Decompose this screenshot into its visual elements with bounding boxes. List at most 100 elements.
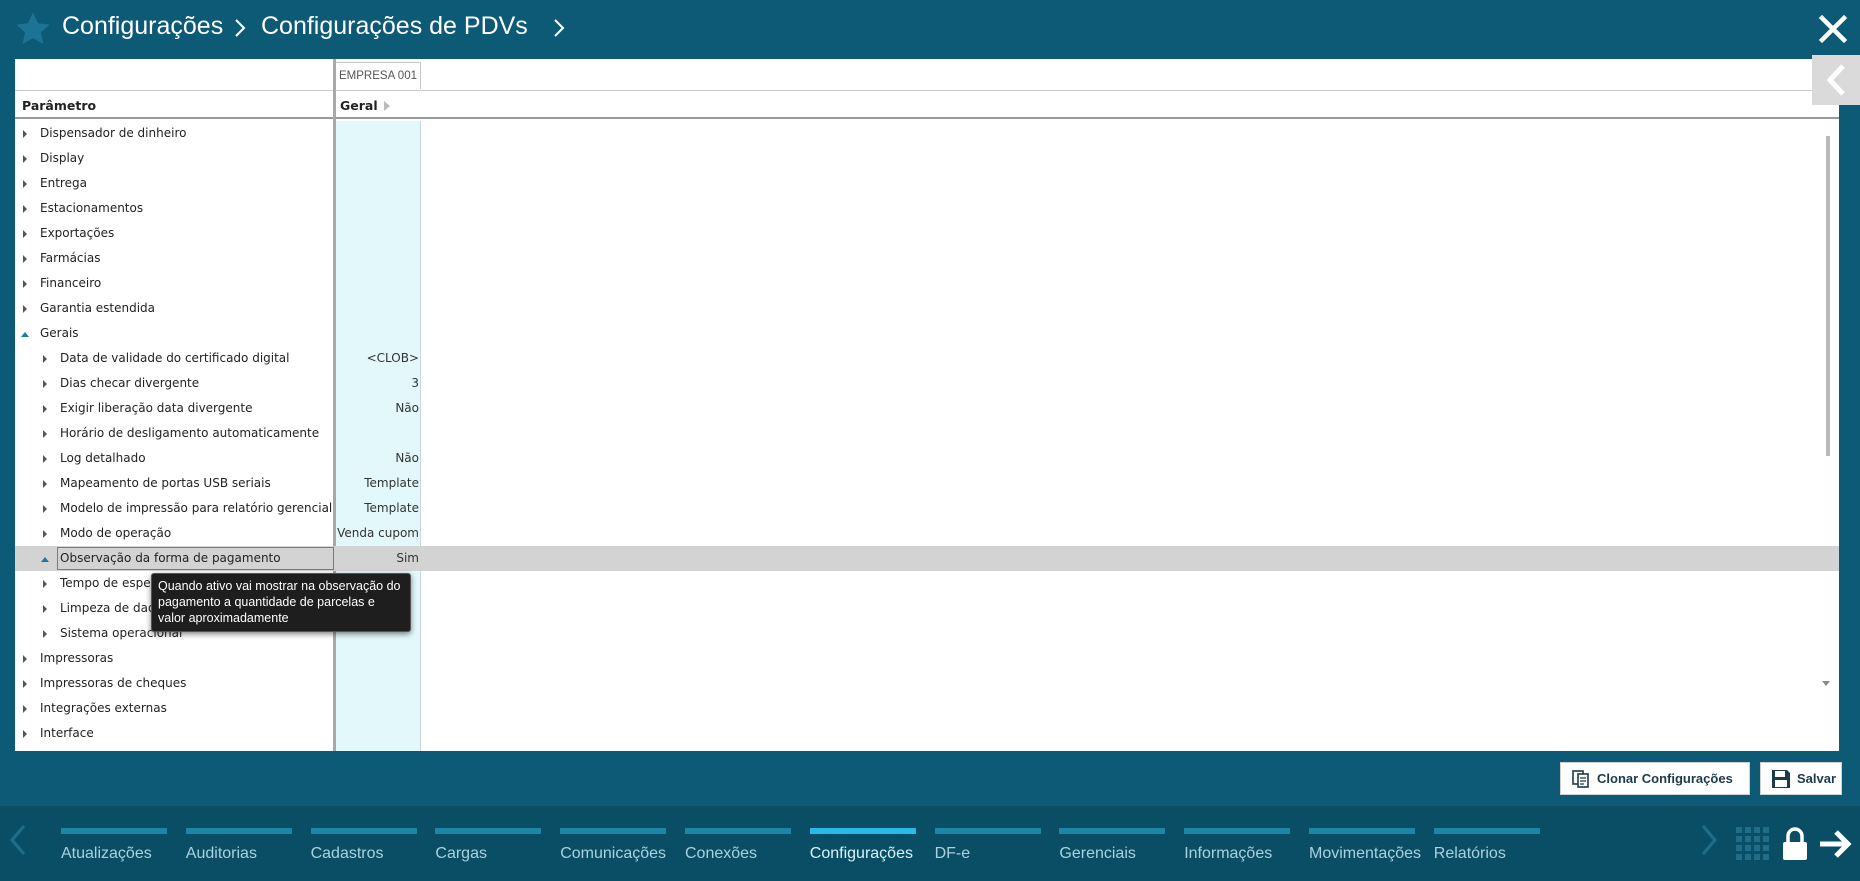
row-value[interactable]: <CLOB>: [333, 351, 419, 365]
collapsed-triangle-icon[interactable]: [23, 155, 27, 163]
nav-item[interactable]: Informações: [1184, 828, 1291, 868]
nav-item-label: Atualizações: [61, 845, 152, 862]
chevron-right-icon[interactable]: [1697, 822, 1721, 858]
collapsed-triangle-icon[interactable]: [23, 305, 27, 313]
row-label: Entrega: [40, 176, 87, 190]
table-row[interactable]: Exigir liberação data divergente Não: [15, 396, 1839, 421]
collapsed-triangle-icon[interactable]: [43, 505, 47, 513]
collapsed-triangle-icon[interactable]: [23, 180, 27, 188]
nav-item-label: Movimentações: [1309, 845, 1422, 862]
row-value[interactable]: Template: [333, 476, 419, 490]
table-row[interactable]: Financeiro: [15, 271, 1839, 296]
chevron-left-icon[interactable]: [6, 822, 30, 858]
row-value[interactable]: Venda cupom: [333, 526, 419, 540]
nav-item[interactable]: Conexões: [685, 828, 791, 868]
param-column-header[interactable]: Parâmetro: [22, 98, 96, 113]
row-value[interactable]: Sim: [333, 551, 419, 565]
chevron-right-icon[interactable]: [552, 16, 566, 40]
table-row[interactable]: Mapeamento de portas USB seriais Template: [15, 471, 1839, 496]
nav-item-label: Comunicações: [560, 845, 667, 862]
expand-column-icon[interactable]: [384, 101, 390, 111]
save-button[interactable]: Salvar: [1760, 762, 1842, 795]
table-row[interactable]: Dias checar divergente 3: [15, 371, 1839, 396]
collapsed-triangle-icon[interactable]: [23, 255, 27, 263]
table-row[interactable]: Garantia estendida: [15, 296, 1839, 321]
collapse-panel-button[interactable]: [1812, 55, 1860, 105]
table-row[interactable]: Dispensador de dinheiro: [15, 121, 1839, 146]
nav-item[interactable]: Relatórios: [1433, 828, 1540, 868]
collapsed-triangle-icon[interactable]: [43, 380, 47, 388]
table-row[interactable]: Impressoras de cheques: [15, 671, 1839, 696]
collapsed-triangle-icon[interactable]: [23, 730, 27, 738]
vertical-scrollbar[interactable]: [1826, 136, 1830, 456]
close-icon[interactable]: [1818, 14, 1848, 44]
row-value[interactable]: Template: [333, 501, 419, 515]
clone-configurations-button[interactable]: Clonar Configurações: [1560, 762, 1750, 795]
nav-item-label: Informações: [1184, 845, 1273, 862]
nav-item-bar: [685, 828, 791, 834]
collapsed-triangle-icon[interactable]: [43, 355, 47, 363]
collapsed-triangle-icon[interactable]: [43, 455, 47, 463]
row-label: Log detalhado: [60, 451, 146, 465]
expanded-triangle-icon[interactable]: [41, 557, 49, 562]
scroll-down-arrow-icon[interactable]: [1822, 681, 1830, 686]
table-row[interactable]: Exportações: [15, 221, 1839, 246]
row-label: Exportações: [40, 226, 115, 240]
breadcrumb-configuracoes[interactable]: Configurações: [62, 12, 223, 41]
nav-item[interactable]: Gerenciais: [1059, 828, 1166, 868]
collapsed-triangle-icon[interactable]: [43, 530, 47, 538]
collapsed-triangle-icon[interactable]: [43, 605, 47, 613]
table-row[interactable]: Gerais: [15, 321, 1839, 346]
geral-column-header[interactable]: Geral: [340, 98, 378, 113]
nav-item[interactable]: Cadastros: [310, 828, 417, 868]
collapsed-triangle-icon[interactable]: [23, 130, 27, 138]
company-header-row: EMPRESA 001: [15, 59, 1839, 90]
table-row[interactable]: Estacionamentos: [15, 196, 1839, 221]
table-row[interactable]: Data de validade do certificado digital <…: [15, 346, 1839, 371]
grid-icon[interactable]: [1735, 826, 1771, 862]
table-row[interactable]: Log detalhado Não: [15, 446, 1839, 471]
table-row[interactable]: Modelo de impressão para relatório geren…: [15, 496, 1839, 521]
table-row[interactable]: Observação da forma de pagamento Sim: [15, 546, 1839, 571]
nav-item[interactable]: Cargas: [435, 828, 542, 868]
table-row[interactable]: Entrega: [15, 171, 1839, 196]
collapsed-triangle-icon[interactable]: [23, 280, 27, 288]
table-row[interactable]: Horário de desligamento automaticamente: [15, 421, 1839, 446]
expanded-triangle-icon[interactable]: [21, 332, 29, 337]
row-label: Estacionamentos: [40, 201, 144, 215]
collapsed-triangle-icon[interactable]: [23, 680, 27, 688]
collapsed-triangle-icon[interactable]: [43, 430, 47, 438]
collapsed-triangle-icon[interactable]: [23, 655, 27, 663]
collapsed-triangle-icon[interactable]: [23, 230, 27, 238]
nav-item[interactable]: Atualizações: [61, 828, 167, 868]
collapsed-triangle-icon[interactable]: [23, 205, 27, 213]
table-row[interactable]: Display: [15, 146, 1839, 171]
row-label: Exigir liberação data divergente: [60, 401, 253, 415]
nav-item-bar: [934, 828, 1041, 834]
table-row[interactable]: Integrações externas: [15, 696, 1839, 721]
collapsed-triangle-icon[interactable]: [43, 630, 47, 638]
nav-item[interactable]: Configurações: [809, 828, 916, 868]
table-row[interactable]: Modo de operação Venda cupom: [15, 521, 1839, 546]
row-value[interactable]: Não: [333, 401, 419, 415]
table-row[interactable]: Interface: [15, 721, 1839, 746]
collapsed-triangle-icon[interactable]: [43, 405, 47, 413]
company-column-header[interactable]: EMPRESA 001: [335, 62, 421, 89]
collapsed-triangle-icon[interactable]: [43, 480, 47, 488]
table-row[interactable]: Impressoras: [15, 646, 1839, 671]
nav-item-bar: [185, 828, 292, 834]
row-value[interactable]: 3: [333, 376, 419, 390]
table-row[interactable]: Farmácias: [15, 246, 1839, 271]
nav-item[interactable]: Movimentações: [1309, 828, 1421, 868]
row-value[interactable]: Não: [333, 451, 419, 465]
logout-arrow-icon[interactable]: [1818, 826, 1852, 862]
nav-item[interactable]: Comunicações: [560, 828, 667, 868]
nav-item[interactable]: Auditorias: [185, 828, 292, 868]
collapsed-triangle-icon[interactable]: [43, 580, 47, 588]
parameters-grid: EMPRESA 001 Parâmetro Geral Dispensador …: [15, 59, 1839, 751]
collapsed-triangle-icon[interactable]: [23, 705, 27, 713]
lock-icon[interactable]: [1780, 826, 1810, 862]
nav-item[interactable]: DF-e: [934, 828, 1041, 868]
breadcrumb-configuracoes-pdvs[interactable]: Configurações de PDVs: [261, 12, 528, 41]
star-icon[interactable]: [14, 10, 52, 48]
